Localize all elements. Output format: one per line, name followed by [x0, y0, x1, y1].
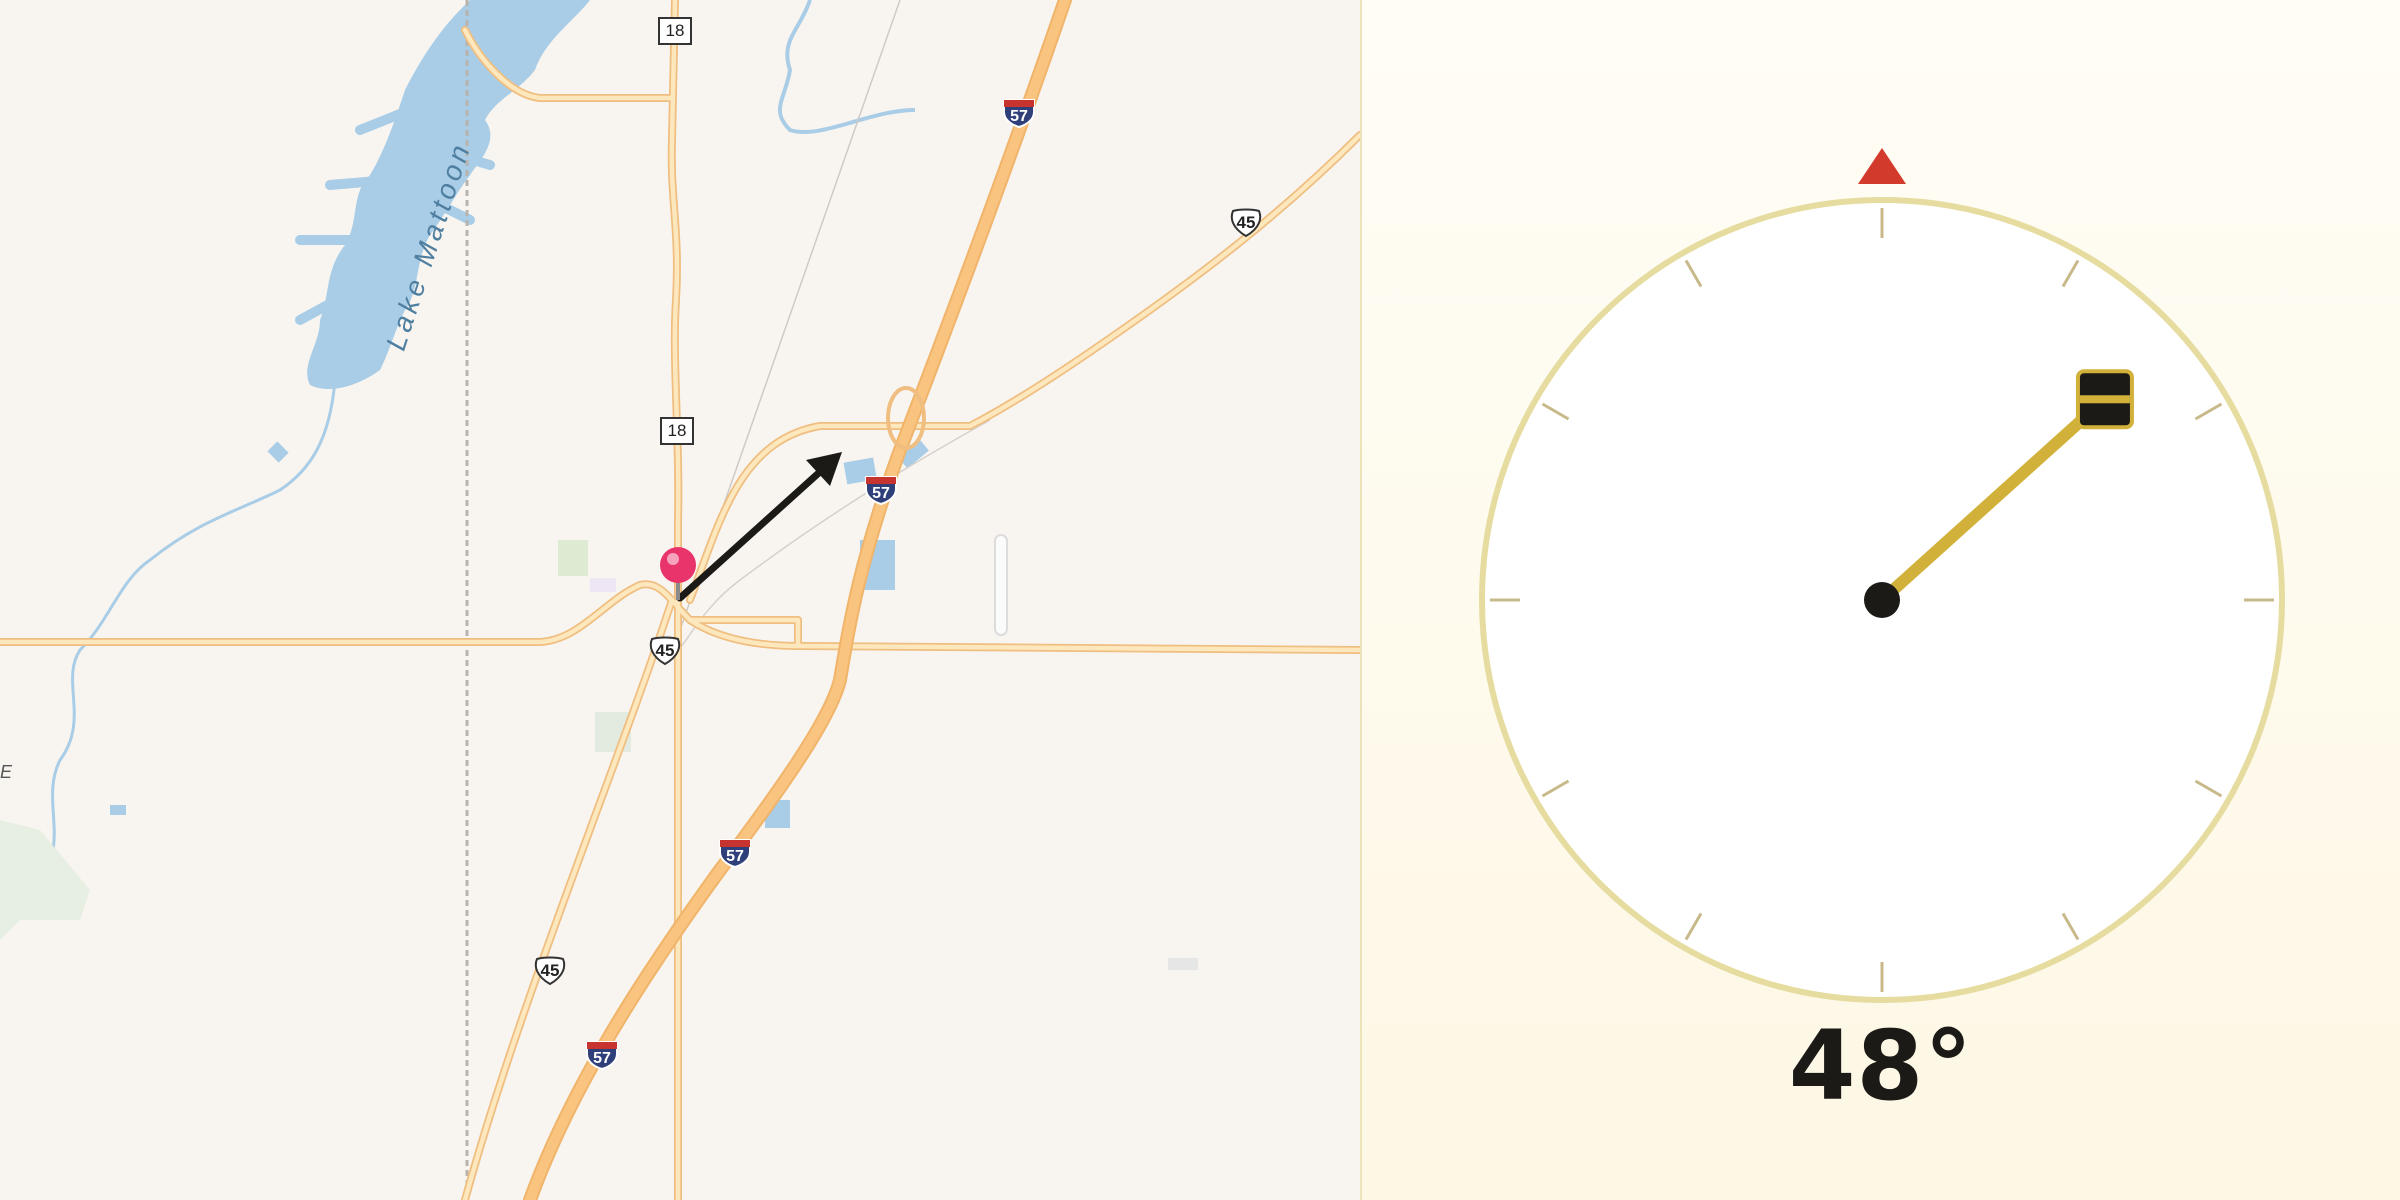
route-shield-us[interactable]: 45 — [533, 956, 567, 986]
map-edge-label: E — [0, 762, 13, 782]
north-marker-icon — [1858, 148, 1906, 184]
route-shield-state[interactable]: 18 — [660, 417, 694, 445]
map-canvas — [0, 0, 1360, 1200]
drag-handle[interactable] — [994, 534, 1008, 636]
route-shield-interstate[interactable]: 57 — [585, 1040, 619, 1070]
route-shield-us[interactable]: 45 — [648, 636, 682, 666]
route-shield-interstate[interactable]: 57 — [1002, 98, 1036, 128]
route-shield-us[interactable]: 45 — [1229, 208, 1263, 238]
compass-panel: 48° — [1362, 0, 2400, 1200]
route-shield-interstate[interactable]: 57 — [864, 475, 898, 505]
heading-readout: 48° — [1788, 1010, 1974, 1122]
needle-drag-handle-icon[interactable] — [2075, 369, 2134, 430]
compass-hub — [1864, 582, 1900, 618]
route-shield-interstate[interactable]: 57 — [718, 838, 752, 868]
map-view[interactable]: Lake Mattoon E 18 18 57 57 57 57 45 45 4… — [0, 0, 1360, 1200]
route-shield-state[interactable]: 18 — [658, 17, 692, 45]
